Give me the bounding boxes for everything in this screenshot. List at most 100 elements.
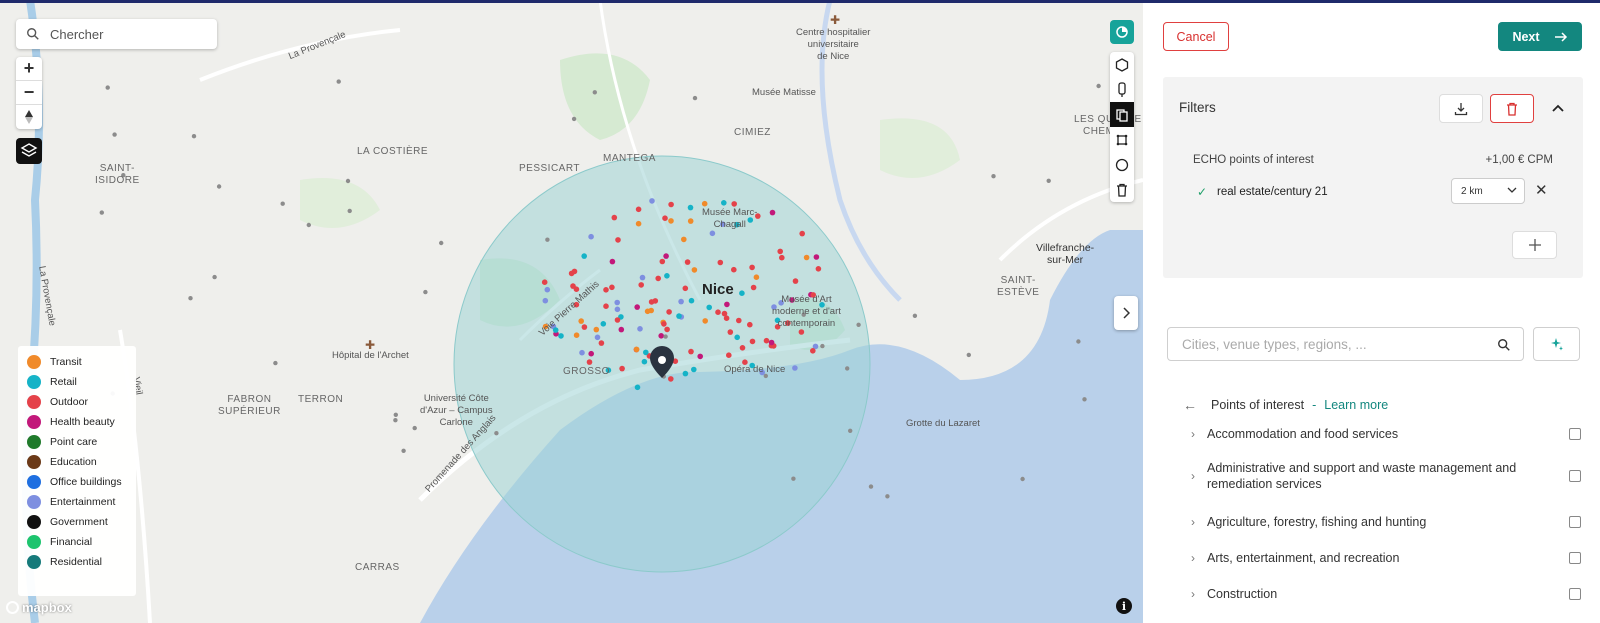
circle-tool-button[interactable]	[1110, 152, 1134, 177]
zoom-out-button[interactable]: −	[16, 81, 42, 105]
info-button[interactable]: i	[1116, 598, 1132, 614]
chevron-right-icon[interactable]: ›	[1191, 469, 1201, 483]
chevron-right-icon[interactable]: ›	[1191, 515, 1201, 529]
poi-marker[interactable]	[609, 284, 615, 291]
poi-marker[interactable]	[739, 290, 745, 297]
poi-marker[interactable]	[691, 366, 697, 373]
poi-marker[interactable]	[682, 285, 689, 292]
poi-marker[interactable]	[813, 254, 820, 260]
poi-marker[interactable]	[779, 254, 785, 261]
poi-marker[interactable]	[668, 376, 674, 382]
poi-marker[interactable]	[600, 321, 607, 327]
poi-marker[interactable]	[727, 329, 734, 335]
category-row[interactable]: › Arts, entertainment, and recreation	[1191, 550, 1581, 566]
poi-marker[interactable]	[578, 318, 584, 324]
category-checkbox[interactable]	[1569, 588, 1581, 600]
cancel-button[interactable]: Cancel	[1163, 22, 1229, 51]
poi-marker[interactable]	[614, 306, 621, 313]
collapse-filters-button[interactable]	[1549, 99, 1567, 117]
draw-mode-button[interactable]	[1110, 20, 1134, 44]
poi-marker[interactable]	[641, 358, 648, 365]
category-checkbox[interactable]	[1569, 470, 1581, 482]
poi-marker[interactable]	[661, 321, 667, 327]
poi-marker[interactable]	[594, 334, 601, 341]
ai-suggest-button[interactable]	[1533, 327, 1580, 361]
poi-marker[interactable]	[678, 298, 684, 305]
poi-marker[interactable]	[706, 304, 712, 311]
poi-marker[interactable]	[701, 200, 708, 207]
poi-marker[interactable]	[649, 198, 655, 204]
poi-marker[interactable]	[588, 233, 594, 240]
poi-search-box[interactable]	[1167, 327, 1524, 361]
poi-marker[interactable]	[799, 230, 805, 237]
poi-marker[interactable]	[542, 297, 549, 304]
poi-marker[interactable]	[648, 299, 655, 305]
poi-marker[interactable]	[731, 201, 737, 207]
copy-tool-button[interactable]	[1110, 102, 1134, 127]
expand-panel-button[interactable]	[1114, 296, 1138, 330]
chevron-right-icon[interactable]: ›	[1191, 427, 1201, 441]
poi-marker[interactable]	[687, 218, 694, 224]
poi-marker[interactable]	[609, 258, 616, 265]
download-button[interactable]	[1439, 94, 1483, 123]
poi-marker[interactable]	[658, 333, 664, 339]
poi-marker[interactable]	[615, 237, 621, 243]
poi-marker[interactable]	[603, 303, 609, 310]
category-row[interactable]: › Administrative and support and waste ma…	[1191, 460, 1581, 492]
category-checkbox[interactable]	[1569, 428, 1581, 440]
pin-tool-button[interactable]	[1110, 77, 1134, 102]
rectangle-tool-button[interactable]	[1110, 127, 1134, 152]
map-search-input[interactable]	[50, 26, 200, 42]
poi-marker[interactable]	[810, 348, 816, 354]
poi-marker[interactable]	[798, 329, 805, 335]
poi-marker[interactable]	[749, 264, 755, 271]
poi-marker[interactable]	[724, 301, 730, 308]
poi-marker[interactable]	[579, 349, 585, 356]
poi-marker[interactable]	[638, 282, 644, 288]
poi-marker[interactable]	[598, 340, 605, 346]
poi-marker[interactable]	[544, 286, 551, 293]
poi-marker[interactable]	[684, 259, 691, 265]
poi-marker[interactable]	[664, 326, 670, 333]
poi-marker[interactable]	[668, 218, 674, 224]
poi-marker[interactable]	[777, 248, 783, 255]
poi-marker[interactable]	[666, 309, 672, 315]
poi-marker[interactable]	[659, 258, 666, 265]
poi-marker[interactable]	[792, 365, 798, 371]
poi-marker[interactable]	[588, 350, 594, 357]
poi-marker[interactable]	[702, 318, 708, 324]
poi-marker[interactable]	[734, 334, 740, 341]
poi-marker[interactable]	[715, 309, 721, 316]
poi-marker[interactable]	[668, 201, 674, 208]
category-row[interactable]: › Construction	[1191, 586, 1581, 602]
poi-marker[interactable]	[736, 317, 742, 324]
poi-marker[interactable]	[681, 236, 687, 243]
layers-button[interactable]	[16, 138, 42, 164]
remove-filter-button[interactable]: ✕	[1535, 181, 1548, 199]
category-row[interactable]: › Accommodation and food services	[1191, 426, 1581, 442]
poi-marker[interactable]	[691, 267, 698, 273]
zoom-in-button[interactable]: +	[16, 57, 42, 81]
next-button[interactable]: Next	[1498, 22, 1582, 51]
category-row[interactable]: › Agriculture, forestry, fishing and hunt…	[1191, 514, 1581, 530]
poi-marker[interactable]	[750, 284, 757, 291]
polygon-tool-button[interactable]	[1110, 52, 1134, 77]
poi-marker[interactable]	[571, 268, 578, 275]
delete-filters-button[interactable]	[1490, 94, 1534, 123]
poi-marker[interactable]	[573, 332, 580, 339]
poi-marker[interactable]	[688, 348, 694, 355]
poi-marker[interactable]	[618, 326, 625, 333]
poi-marker[interactable]	[655, 275, 661, 282]
poi-marker[interactable]	[662, 215, 668, 221]
poi-marker[interactable]	[648, 307, 654, 314]
poi-marker[interactable]	[763, 337, 770, 344]
poi-marker[interactable]	[635, 206, 642, 213]
poi-marker[interactable]	[688, 297, 695, 304]
poi-marker[interactable]	[792, 278, 799, 284]
poi-marker[interactable]	[633, 346, 640, 353]
poi-marker[interactable]	[611, 214, 618, 221]
poi-marker[interactable]	[726, 352, 732, 359]
poi-marker[interactable]	[664, 273, 670, 279]
poi-marker[interactable]	[723, 315, 730, 322]
poi-marker[interactable]	[697, 353, 703, 360]
